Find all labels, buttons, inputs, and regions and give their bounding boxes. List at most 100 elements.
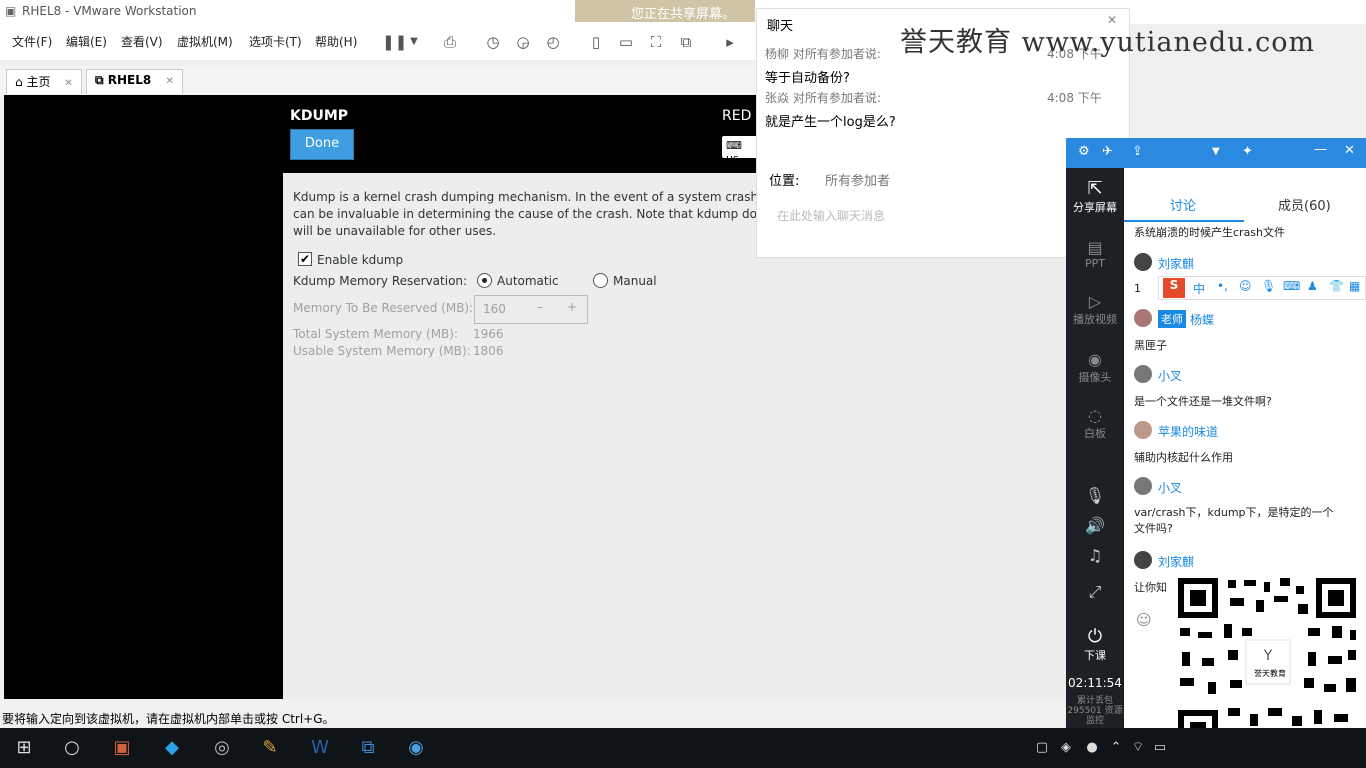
close-icon[interactable]: ✕	[64, 78, 72, 89]
expand-icon[interactable]: ⤢	[1066, 582, 1124, 602]
word-icon[interactable]: W	[306, 734, 334, 762]
airplane-icon[interactable]: ✈	[1102, 144, 1113, 159]
microphone-icon[interactable]: 🎙	[1261, 279, 1276, 293]
plus-icon[interactable]: +	[567, 300, 577, 314]
keyboard-layout-button[interactable]: ⌨ us	[722, 136, 758, 165]
tab-home[interactable]: ⌂ 主页 ✕	[6, 69, 82, 94]
powerpoint-icon[interactable]: ▣	[108, 734, 136, 762]
terminal-icon[interactable]: ▸	[720, 32, 740, 52]
grid-icon[interactable]: ▦	[1349, 279, 1360, 293]
play-video-button[interactable]: ▷ 播放视频	[1066, 292, 1124, 327]
usable-memory-label: Usable System Memory (MB):	[293, 344, 471, 358]
user-icon[interactable]: ♟	[1307, 279, 1318, 293]
chat-message: 就是产生一个log是么?	[765, 115, 896, 130]
manual-radio[interactable]	[593, 273, 608, 288]
discussion-message: var/crash下，kdump下，是特定的一个文件吗?	[1134, 506, 1334, 535]
speaker-icon[interactable]: 🔊	[1066, 516, 1124, 535]
enable-kdump-checkbox[interactable]: ✔	[298, 252, 312, 266]
vm-status-bar: 要将输入定向到该虚拟机，请在虚拟机内部单击或按 Ctrl+G。	[0, 710, 1066, 728]
revert-snapshot-icon[interactable]: ◶	[513, 32, 533, 52]
share-banner: 您正在共享屏幕。	[575, 0, 755, 22]
discussion-author: 小叉	[1158, 369, 1183, 383]
skin-icon[interactable]: 👕	[1329, 279, 1344, 293]
ime-mode[interactable]: 中	[1193, 280, 1205, 297]
whiteboard-button[interactable]: ◌ 白板	[1066, 406, 1124, 441]
camera-button[interactable]: ◉ 摄像头	[1066, 350, 1124, 385]
browser-icon[interactable]: ◉	[402, 734, 430, 762]
minimize-icon[interactable]: —	[1314, 142, 1327, 157]
usable-memory-value: 1806	[473, 344, 504, 358]
fullscreen-icon[interactable]: ⛶	[646, 32, 666, 52]
share-screen-icon: ⇱	[1087, 178, 1103, 199]
classroom-sidebar: ⇱ 分享屏幕 ▤ PPT ▷ 播放视频 ◉ 摄像头 ◌ 白板 🎙 🔊 ♫ ⤢ ⏻…	[1066, 168, 1124, 728]
pause-icon[interactable]: ❚❚	[382, 32, 407, 52]
microphone-icon[interactable]: 🎙	[1066, 486, 1124, 505]
emoji-icon[interactable]: ☺	[1136, 611, 1152, 629]
snapshot-manager-icon[interactable]: ◴	[543, 32, 563, 52]
close-icon[interactable]: ✕	[1344, 143, 1355, 158]
snail-icon[interactable]: ◎	[208, 734, 236, 762]
window-title: RHEL8 - VMware Workstation	[22, 4, 197, 18]
paint-icon[interactable]: ✎	[256, 734, 284, 762]
class-timer: 02:11:54	[1068, 676, 1122, 690]
search-icon[interactable]: ○	[58, 734, 86, 762]
chat-input[interactable]: 在此处输入聊天消息	[777, 207, 885, 224]
share-screen-label: 分享屏幕	[1073, 201, 1117, 214]
battery-icon[interactable]: ▭	[1146, 734, 1174, 762]
camera-icon: ◉	[1088, 350, 1102, 369]
chevron-down-icon[interactable]: ▼	[1212, 146, 1220, 157]
discussion-author: 苹果的味道	[1158, 425, 1219, 439]
automatic-radio[interactable]	[477, 273, 492, 288]
menu-file[interactable]: 文件(F)	[12, 33, 52, 50]
keyboard-icon[interactable]: ⌨	[1283, 279, 1300, 293]
ppt-button[interactable]: ▤ PPT	[1066, 238, 1124, 270]
memory-reserved-spinner[interactable]: 160 – +	[474, 295, 588, 324]
menu-tabs[interactable]: 选项卡(T)	[249, 33, 302, 50]
menu-vm[interactable]: 虚拟机(M)	[177, 33, 233, 50]
console-view-icon[interactable]: ▭	[616, 32, 636, 52]
meeting-icon[interactable]: ◆	[158, 734, 186, 762]
chat-position-select[interactable]: 所有参加者	[825, 170, 890, 189]
end-class-button[interactable]: ⏻ 下课	[1066, 626, 1124, 663]
tab-underline	[1124, 220, 1244, 222]
send-keys-icon[interactable]: ⎙	[440, 32, 460, 52]
tab-discussion[interactable]: 讨论	[1170, 195, 1196, 214]
tray-app-icon[interactable]: ◈	[1052, 734, 1080, 762]
share-icon[interactable]: ⇪	[1132, 144, 1143, 159]
svg-text:Y: Y	[1263, 648, 1273, 664]
done-button[interactable]: Done	[290, 129, 354, 160]
menu-edit[interactable]: 编辑(E)	[66, 33, 107, 50]
share-screen-button[interactable]: ⇱ 分享屏幕	[1066, 178, 1124, 215]
unity-icon[interactable]: ⧉	[676, 32, 696, 52]
memory-reserved-value: 160	[483, 302, 506, 316]
pin-icon[interactable]: ✦	[1242, 144, 1253, 159]
punctuation-icon[interactable]: •,	[1217, 279, 1228, 293]
end-class-label: 下课	[1084, 649, 1106, 662]
vmware-icon[interactable]: ⧉	[354, 734, 382, 762]
discussion-author: 杨蝶	[1190, 313, 1215, 327]
play-icon: ▷	[1088, 292, 1102, 311]
sidebar-view-icon[interactable]: ▯	[586, 32, 606, 52]
close-icon[interactable]: ✕	[165, 76, 173, 87]
emoji-icon[interactable]: ☺	[1239, 279, 1252, 293]
discussion-message: 1	[1134, 282, 1141, 295]
discussion-message: 是一个文件还是一堆文件啊?	[1134, 395, 1272, 408]
watermark: 誉天教育 www.yutianedu.com	[900, 27, 1316, 58]
windows-start-icon[interactable]: ⊞	[10, 734, 38, 762]
menu-view[interactable]: 查看(V)	[121, 33, 163, 50]
tab-members[interactable]: 成员(60)	[1278, 195, 1331, 214]
chat-time: 4:08 下午	[1047, 91, 1102, 105]
qr-caption: 誉天教育	[1254, 669, 1286, 678]
chevron-down-icon[interactable]: ▼	[404, 32, 424, 52]
tab-rhel8-label: RHEL8	[107, 73, 152, 87]
snapshot-icon[interactable]: ◷	[483, 32, 503, 52]
menu-help[interactable]: 帮助(H)	[315, 33, 357, 50]
settings-icon[interactable]: ⚙	[1078, 144, 1090, 159]
music-icon[interactable]: ♫	[1066, 546, 1124, 565]
discussion-message: 辅助内核起什么作用	[1134, 451, 1233, 464]
power-icon: ⏻	[1087, 626, 1103, 647]
ime-toolbar[interactable]: S 中 •, ☺ 🎙 ⌨ ♟ 👕 ▦	[1158, 276, 1366, 300]
whiteboard-label: 白板	[1084, 427, 1106, 440]
minus-icon[interactable]: –	[537, 300, 543, 314]
tab-rhel8[interactable]: ⧉ RHEL8 ✕	[86, 69, 183, 94]
